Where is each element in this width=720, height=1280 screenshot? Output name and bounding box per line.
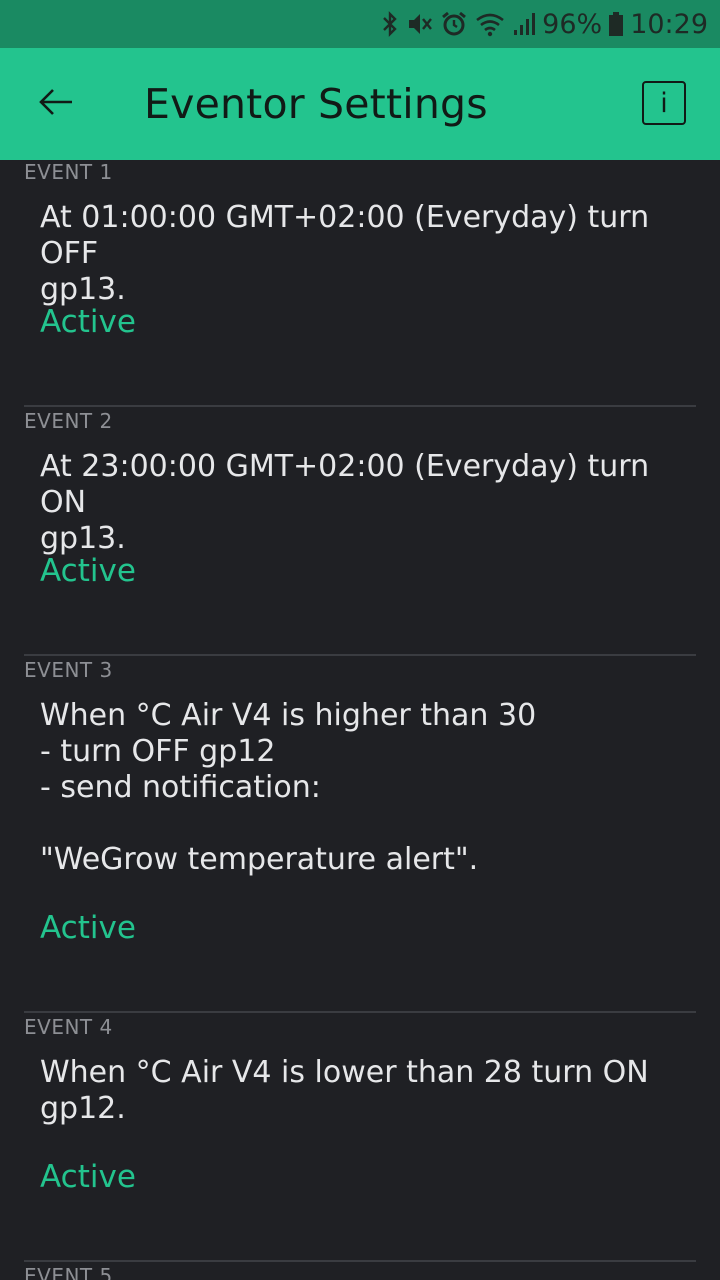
wifi-icon <box>474 10 506 38</box>
event-status: Active <box>40 1159 136 1195</box>
page-title: Eventor Settings <box>144 80 488 128</box>
event-description: When °C Air V4 is higher than 30 - turn … <box>40 698 537 877</box>
event-header: EVENT 4 <box>24 1015 113 1039</box>
status-icons: 96% 10:29 <box>380 0 708 48</box>
divider <box>24 1011 696 1013</box>
alarm-icon <box>440 10 468 38</box>
divider <box>24 405 696 407</box>
battery-icon <box>608 10 624 38</box>
battery-percent: 96% <box>542 8 603 40</box>
event-description: At 01:00:00 GMT+02:00 (Everyday) turn OF… <box>40 200 650 307</box>
info-button[interactable]: i <box>642 81 686 125</box>
event-status: Active <box>40 304 136 340</box>
signal-icon <box>512 10 536 38</box>
app-bar: Eventor Settings i <box>0 48 720 160</box>
event-header: EVENT 3 <box>24 658 113 682</box>
mute-icon <box>406 10 434 38</box>
divider <box>24 1260 696 1262</box>
arrow-left-icon <box>38 87 74 121</box>
event-header: EVENT 5 <box>24 1264 113 1280</box>
event-header: EVENT 1 <box>24 160 113 184</box>
back-button[interactable] <box>28 76 84 132</box>
event-description: At 23:00:00 GMT+02:00 (Everyday) turn ON… <box>40 449 650 556</box>
event-header: EVENT 2 <box>24 409 113 433</box>
event-list: EVENT 1 At 01:00:00 GMT+02:00 (Everyday)… <box>0 160 720 1280</box>
event-description: When °C Air V4 is lower than 28 turn ON … <box>40 1055 649 1126</box>
divider <box>24 654 696 656</box>
status-bar: 96% 10:29 <box>0 0 720 48</box>
clock-time: 10:29 <box>630 8 708 40</box>
event-status: Active <box>40 910 136 946</box>
bluetooth-icon <box>380 10 400 38</box>
event-status: Active <box>40 553 136 589</box>
